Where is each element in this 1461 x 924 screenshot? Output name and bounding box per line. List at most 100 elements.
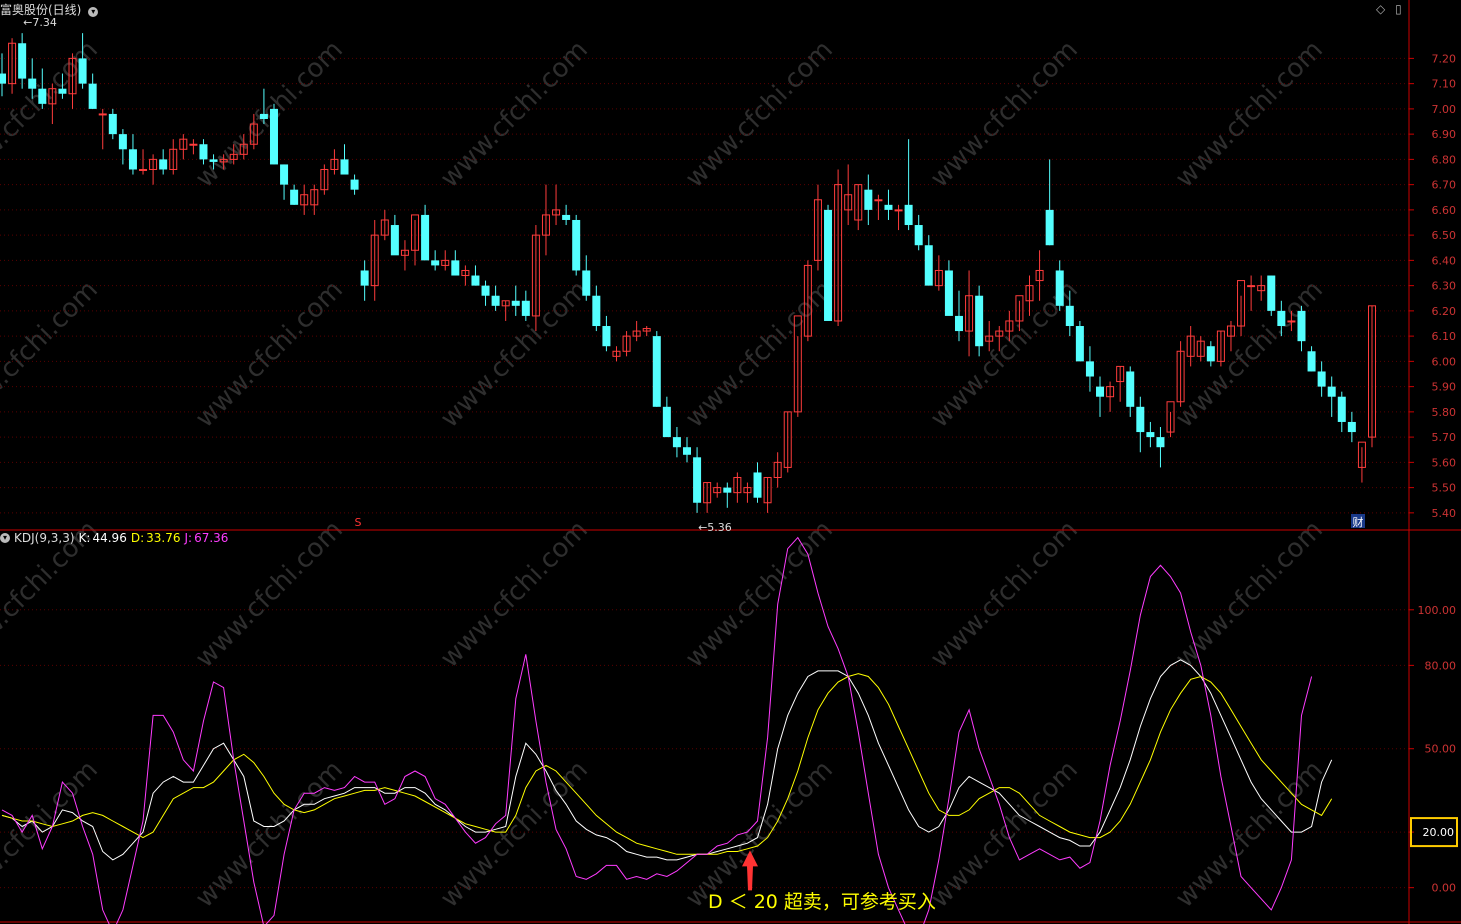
candle-body [1247,285,1256,288]
restore-icon[interactable]: ▯ [1395,2,1402,16]
candle-down [1075,320,1084,362]
candle-down [269,103,278,165]
candle-body [1075,326,1084,362]
price-tick-label: 6.80 [1432,153,1457,166]
candle-body [753,472,762,498]
oversold-annotation: D ＜ 20 超卖，可参考买入 [708,891,936,913]
s-marker: S [355,516,362,529]
price-tick-label: 5.80 [1432,406,1457,419]
kdj-tick-label: 50.00 [1425,743,1457,756]
k-value: 44.96 [92,531,127,545]
candle-body [1297,310,1306,342]
candle-body [914,225,923,246]
candle-body [582,270,591,296]
kdj-tick-label: 20.00 [1423,826,1455,839]
candle-body [1307,351,1316,372]
price-tick-label: 5.50 [1432,482,1457,495]
chart-title-bar: 富奥股份(日线) ▾ [0,1,99,18]
candle-down [824,204,833,321]
candle-body [1277,310,1286,327]
candle-body [58,88,67,94]
candle-body [128,149,137,170]
price-tick-label: 5.70 [1432,431,1457,444]
candle-body [1287,320,1296,323]
candle-body [1317,371,1326,387]
kdj-tick-label: 100.00 [1418,604,1457,617]
candle-body [824,209,833,321]
candle-body [954,315,963,332]
candle-body [209,159,218,162]
kdj-tick-label: 0.00 [1432,882,1457,895]
kdj-tick-label: 80.00 [1425,659,1457,672]
candle-body [269,108,278,165]
candle-body [491,295,500,306]
candle-body [431,260,440,266]
candle-body [118,134,127,150]
candle-down [975,285,984,357]
candle-body [340,159,349,175]
candle-body [672,437,681,448]
price-tick-label: 6.60 [1432,204,1457,217]
candle-body [511,300,520,306]
price-tick-label: 7.00 [1432,103,1457,116]
k-label: K: [78,531,91,545]
diamond-icon[interactable]: ◇ [1376,2,1385,16]
candle-body [1126,371,1135,407]
candle-down [652,331,661,407]
candle-body [602,326,611,347]
stock-chart: www.cfchi.com www.cfchi.com www.cfchi.com w… [0,0,1461,924]
candle-body [259,113,268,119]
price-tick-label: 6.30 [1432,280,1457,293]
candle-body [874,199,883,202]
candle-body [521,300,530,316]
candle-body [924,245,933,286]
candle-body [481,285,490,296]
price-tick-label: 7.10 [1432,78,1457,91]
candle-body [572,219,581,271]
low-price-label: ←5.36 [698,521,732,534]
price-tick-label: 6.00 [1432,355,1457,368]
candle-body [199,144,208,160]
candle-body [98,113,107,116]
candle-body [683,447,691,455]
candle-body [1055,270,1064,306]
candle-body [280,164,289,185]
candle-body [38,88,47,104]
candle-body [1085,361,1094,377]
candle-body [723,487,732,493]
price-tick-label: 6.40 [1432,254,1457,267]
price-tick-label: 7.20 [1432,52,1457,65]
price-tick-label: 6.20 [1432,305,1457,318]
candle-body [1337,396,1346,422]
candle-body [471,275,480,286]
candle-body [159,159,168,170]
candle-body [1156,437,1165,448]
j-value: 67.36 [194,531,229,545]
price-tick-label: 6.70 [1432,179,1457,192]
candle-body [18,43,27,79]
candle-body [0,73,6,84]
candle-body [975,295,984,347]
candle-body [1096,386,1105,397]
price-tick-label: 5.60 [1432,456,1457,469]
candle-body [108,113,117,135]
price-tick-label: 6.10 [1432,330,1457,343]
chart-title: 富奥股份(日线) [0,3,82,17]
candle-body [78,58,87,84]
kdj-name: KDJ(9,3,3) [14,531,75,545]
price-tick-label: 6.90 [1432,128,1457,141]
candle-body [28,78,37,89]
candle-body [693,457,702,503]
candle-body [390,225,399,256]
chevron-down-icon[interactable]: ▾ [88,7,99,17]
window-controls: ◇ ▯ [1376,2,1402,16]
candle-body [1206,346,1215,362]
candle-body [662,406,671,438]
candle-body [451,260,460,276]
candle-down [1267,275,1276,316]
candle-body [290,189,299,205]
chevron-down-icon[interactable]: ▾ [0,533,10,543]
d-value: 33.76 [146,531,181,545]
price-tick-label: 5.90 [1432,381,1457,394]
candle-body [894,209,903,212]
